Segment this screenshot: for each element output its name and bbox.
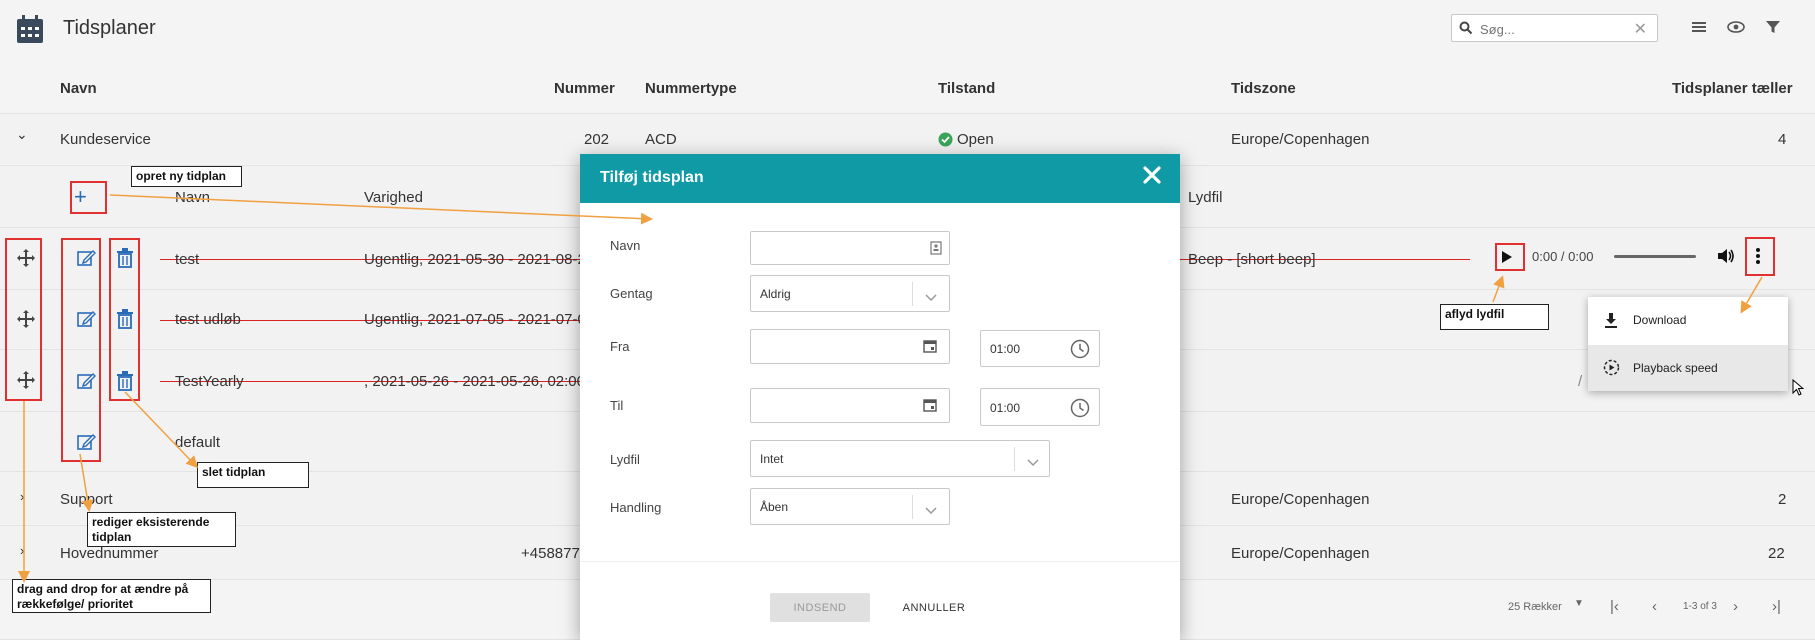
annotation-arrows (18, 194, 1763, 583)
